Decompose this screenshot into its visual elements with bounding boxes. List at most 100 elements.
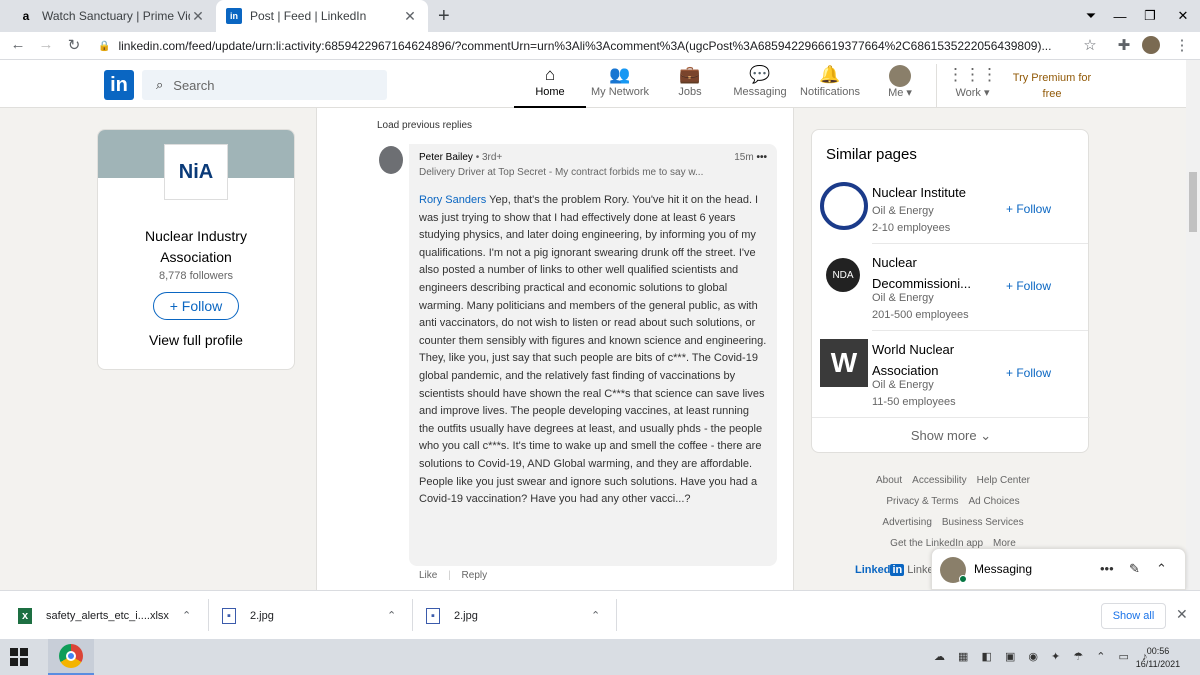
- address-bar[interactable]: 🔒 linkedin.com/feed/update/urn:li:activi…: [98, 35, 1106, 57]
- nav-work[interactable]: ⋮⋮⋮ Work ▾: [936, 64, 1008, 108]
- load-previous-replies[interactable]: Load previous replies: [377, 120, 472, 131]
- caret-down-icon: ▾: [906, 87, 912, 99]
- mention-link[interactable]: Rory Sanders: [419, 194, 486, 206]
- comment-time: 15m: [734, 152, 754, 163]
- show-more-button[interactable]: Show more ⌄: [812, 428, 1090, 444]
- chevron-up-icon[interactable]: ⌃: [1156, 561, 1167, 577]
- footer-link[interactable]: Accessibility: [912, 475, 966, 486]
- tab-search-icon[interactable]: ⏷: [1080, 0, 1102, 32]
- compose-icon[interactable]: ✎: [1129, 561, 1140, 577]
- divider: [872, 330, 1088, 331]
- windows-start-icon[interactable]: [10, 648, 28, 666]
- lock-icon: 🔒: [98, 40, 111, 52]
- footer-link[interactable]: Help Center: [977, 475, 1030, 486]
- page-size: 201-500 employees: [872, 309, 969, 321]
- footer-link[interactable]: About: [876, 475, 902, 486]
- page-name[interactable]: World Nuclear Association: [872, 339, 992, 381]
- footer-link[interactable]: Advertising: [882, 517, 931, 528]
- tab-prime-video[interactable]: a Watch Sanctuary | Prime Video ✕: [8, 0, 216, 32]
- more-options-icon[interactable]: •••: [1100, 561, 1114, 576]
- system-tray-icons[interactable]: ☁ ▦ ◧ ▣ ◉ ✦ ☂ ⌃ ▭ ♪: [934, 650, 1152, 663]
- page-size: 11-50 employees: [872, 396, 956, 408]
- download-item[interactable]: ▪ 2.jpg ⌃: [426, 591, 614, 640]
- bookmark-star-icon[interactable]: ☆: [1080, 36, 1100, 54]
- more-options-icon[interactable]: •••: [756, 152, 767, 163]
- page-size: 2-10 employees: [872, 222, 951, 234]
- footer-link[interactable]: Ad Choices: [968, 496, 1019, 507]
- tab-title: Watch Sanctuary | Prime Video: [42, 9, 190, 23]
- reply-button[interactable]: Reply: [462, 570, 488, 581]
- tab-linkedin[interactable]: in Post | Feed | LinkedIn ✕: [216, 0, 428, 32]
- download-item[interactable]: ▪ 2.jpg ⌃: [222, 591, 410, 640]
- chevron-up-icon[interactable]: ⌃: [182, 609, 191, 622]
- chevron-up-icon[interactable]: ⌃: [591, 609, 600, 622]
- plus-icon: +: [1006, 279, 1017, 293]
- action-divider: |: [448, 570, 451, 581]
- comment-author[interactable]: Peter Bailey: [419, 152, 473, 163]
- commenter-avatar[interactable]: [379, 146, 403, 174]
- browser-toolbar: ← → ↻ 🔒 linkedin.com/feed/update/urn:li:…: [0, 32, 1200, 60]
- nav-home[interactable]: ⌂ Home: [514, 64, 586, 108]
- view-full-profile-link[interactable]: View full profile: [98, 332, 294, 348]
- footer-links: About Accessibility Help Center Privacy & …: [848, 470, 1058, 554]
- page-name[interactable]: Nuclear Institute: [872, 182, 992, 203]
- nav-me[interactable]: Me ▾: [864, 64, 936, 108]
- system-clock[interactable]: 00:56 16/11/2021: [1128, 645, 1188, 671]
- nav-jobs[interactable]: 💼 Jobs: [654, 64, 726, 108]
- search-input[interactable]: ⌕ Search: [142, 70, 387, 100]
- footer-link[interactable]: Business Services: [942, 517, 1024, 528]
- back-icon[interactable]: ←: [8, 36, 28, 53]
- close-icon[interactable]: ✕: [1176, 606, 1188, 623]
- extensions-icon[interactable]: ✚: [1114, 36, 1134, 54]
- restore-button[interactable]: ❐: [1136, 0, 1164, 32]
- similar-page-item[interactable]: NDA Nuclear Decommissioni... Oil & Energ…: [812, 252, 1090, 338]
- minimize-button[interactable]: —: [1106, 0, 1134, 32]
- like-button[interactable]: Like: [419, 570, 437, 581]
- online-status-icon: [959, 575, 967, 583]
- download-item[interactable]: x safety_alerts_etc_i....xlsx ⌃: [18, 591, 206, 640]
- linkedin-icon: in: [226, 8, 242, 24]
- nav-notifications[interactable]: 🔔 Notifications: [794, 64, 866, 108]
- company-name[interactable]: Nuclear Industry Association: [98, 226, 294, 268]
- new-tab-button[interactable]: +: [438, 5, 450, 28]
- profile-avatar[interactable]: [1142, 36, 1160, 54]
- similar-page-item[interactable]: W World Nuclear Association Oil & Energy…: [812, 339, 1090, 425]
- footer-link[interactable]: Privacy & Terms: [886, 496, 958, 507]
- menu-icon[interactable]: ⋮: [1172, 36, 1192, 54]
- show-all-button[interactable]: Show all: [1101, 603, 1166, 629]
- nav-messaging[interactable]: 💬 Messaging: [724, 64, 796, 108]
- follow-button[interactable]: + Follow: [1006, 202, 1051, 216]
- divider: [616, 599, 617, 631]
- linkedin-footer-brand: Linked in Linke: [855, 564, 934, 576]
- download-filename: 2.jpg: [454, 609, 478, 622]
- try-premium-link[interactable]: Try Premium for free: [1008, 70, 1096, 102]
- page-name[interactable]: Nuclear Decommissioni...: [872, 252, 992, 294]
- linkedin-logo[interactable]: in: [104, 70, 134, 100]
- url-text: linkedin.com/feed/update/urn:li:activity…: [118, 39, 1052, 53]
- plus-icon: +: [1006, 366, 1017, 380]
- network-icon: 👥: [609, 65, 631, 84]
- follow-button[interactable]: + Follow: [1006, 279, 1051, 293]
- reload-icon[interactable]: ↻: [64, 36, 84, 54]
- image-file-icon: ▪: [426, 607, 440, 624]
- scrollbar-thumb[interactable]: [1189, 172, 1197, 232]
- divider: [412, 599, 413, 631]
- messaging-title[interactable]: Messaging: [974, 562, 1032, 576]
- close-icon[interactable]: ✕: [190, 8, 206, 25]
- follow-button[interactable]: + Follow: [153, 292, 239, 320]
- comment-bubble: Peter Bailey • 3rd+ Delivery Driver at T…: [409, 144, 777, 566]
- messaging-bar[interactable]: Messaging ••• ✎ ⌃: [931, 548, 1186, 590]
- linkedin-header: in ⌕ Search ⌂ Home 👥 My Network 💼 Jobs 💬…: [0, 60, 1186, 108]
- search-placeholder: Search: [173, 77, 215, 93]
- close-icon[interactable]: ✕: [402, 8, 418, 25]
- download-filename: safety_alerts_etc_i....xlsx: [46, 609, 169, 622]
- forward-icon[interactable]: →: [36, 36, 56, 53]
- page-industry: Oil & Energy: [872, 379, 934, 391]
- window-close-button[interactable]: ✕: [1166, 0, 1200, 32]
- follow-button[interactable]: + Follow: [1006, 366, 1051, 380]
- chevron-up-icon[interactable]: ⌃: [387, 609, 396, 622]
- nav-label: My Network: [590, 86, 650, 98]
- page-scrollbar[interactable]: [1186, 60, 1200, 590]
- nav-my-network[interactable]: 👥 My Network: [584, 64, 656, 108]
- chrome-taskbar-icon[interactable]: [48, 639, 94, 675]
